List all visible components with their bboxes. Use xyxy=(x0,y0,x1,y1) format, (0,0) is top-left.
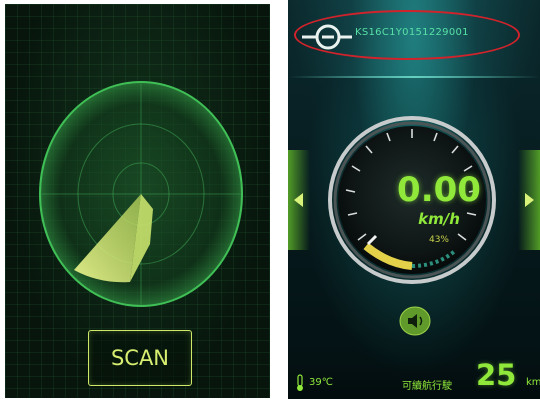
range-unit: km xyxy=(526,377,540,388)
thermometer-icon xyxy=(297,374,303,391)
battery-percent: 43% xyxy=(428,235,449,245)
dashboard-screen: KS16C1Y0151229001 0.00 km/h 43% 39℃ 可續航行… xyxy=(288,0,540,399)
speed-value: 0.00 xyxy=(397,170,481,210)
scan-button[interactable]: SCAN xyxy=(88,330,192,386)
radar-screen: SCAN xyxy=(5,4,270,398)
range-label: 可續航行駛 xyxy=(402,381,452,392)
speedometer-gauge xyxy=(328,116,496,284)
horn-icon[interactable] xyxy=(399,306,431,336)
temperature-value: 39℃ xyxy=(309,377,333,388)
range-value: 25 xyxy=(476,358,517,392)
speed-unit: km/h xyxy=(418,210,460,228)
